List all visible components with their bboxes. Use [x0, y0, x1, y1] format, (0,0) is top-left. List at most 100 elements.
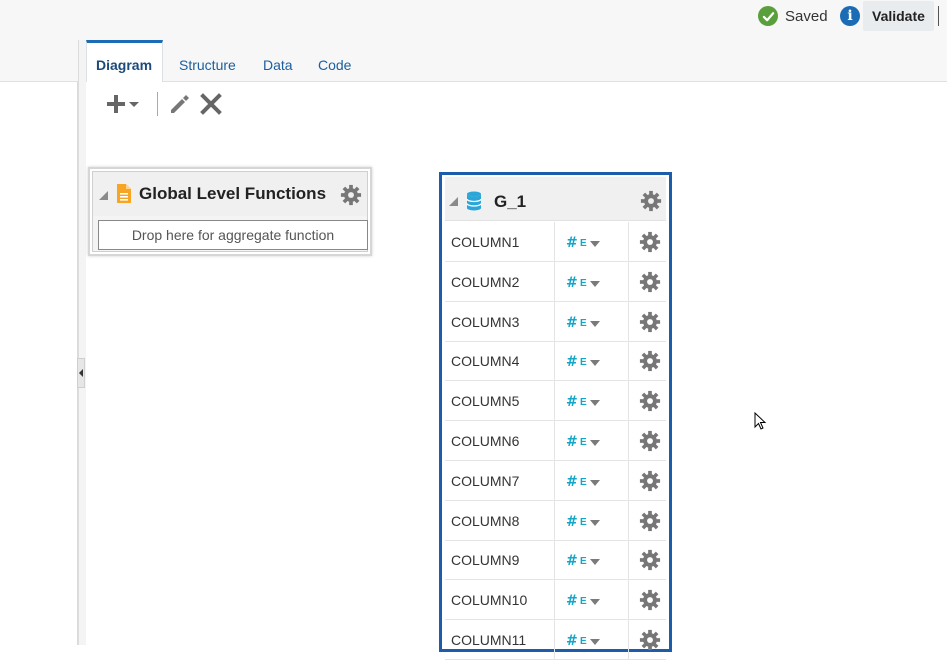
number-type-icon: # — [566, 473, 578, 490]
number-type-icon-suffix: E — [580, 556, 587, 568]
chevron-down-icon[interactable] — [590, 440, 600, 446]
gear-icon[interactable] — [639, 311, 661, 336]
chevron-down-icon[interactable] — [590, 479, 600, 486]
chevron-down-icon[interactable] — [590, 400, 600, 407]
chevron-down-icon[interactable] — [590, 519, 600, 526]
delete-icon — [200, 93, 222, 115]
delete-button[interactable] — [200, 93, 222, 115]
collapse-toggle-icon[interactable] — [449, 197, 458, 206]
toolbar-divider — [157, 92, 158, 116]
gear-icon[interactable] — [639, 510, 661, 535]
chevron-down-icon[interactable] — [590, 241, 600, 247]
collapse-toggle-icon[interactable] — [99, 191, 108, 200]
save-status: Saved i — [758, 5, 860, 27]
info-icon[interactable]: i — [840, 6, 860, 26]
aggregate-drop-zone[interactable]: Drop here for aggregate function — [98, 220, 368, 250]
chevron-down-icon[interactable] — [590, 280, 600, 287]
chevron-down-icon[interactable] — [590, 320, 600, 327]
column-type-dropdown[interactable]: # E — [554, 460, 629, 501]
column-type-dropdown[interactable]: # E — [554, 261, 629, 302]
gear-icon[interactable] — [639, 271, 661, 296]
column-row[interactable]: COLUMN2 # E — [445, 261, 666, 302]
gear-icon[interactable] — [639, 350, 661, 375]
column-name: COLUMN6 — [451, 433, 520, 449]
number-type-icon-suffix: E — [580, 277, 587, 289]
gear-icon[interactable] — [340, 184, 362, 206]
column-row[interactable]: COLUMN8 # E — [445, 500, 666, 541]
column-name: COLUMN8 — [451, 512, 520, 529]
chevron-down-icon — [129, 102, 139, 107]
column-row[interactable]: COLUMN6 # E — [445, 421, 666, 461]
number-type-icon-suffix: E — [580, 476, 587, 488]
column-row[interactable]: COLUMN10 # E — [445, 580, 666, 621]
chevron-down-icon[interactable] — [590, 639, 600, 645]
number-type-icon-suffix: E — [580, 317, 587, 329]
column-settings-cell — [629, 262, 666, 302]
number-type-icon: # — [566, 593, 578, 610]
global-functions-header: Global Level Functions — [93, 172, 367, 216]
document-icon — [117, 184, 131, 203]
edit-button[interactable] — [168, 93, 190, 115]
number-type-icon-suffix: E — [580, 397, 587, 409]
column-type-dropdown[interactable]: # E — [554, 341, 629, 382]
collapse-left-panel-button[interactable] — [77, 358, 85, 388]
top-bar: Saved i Validate — [0, 0, 947, 40]
group-g1-box[interactable]: G_1 COLUMN1 # E COLUMN2 # E COLUMN3 # E COLUMN4 # E… — [439, 172, 672, 660]
number-type-icon: # — [566, 394, 578, 411]
chevron-down-icon[interactable] — [590, 360, 600, 367]
gear-icon[interactable] — [639, 231, 661, 256]
column-settings-cell — [629, 580, 666, 620]
column-row[interactable]: COLUMN9 # E — [445, 540, 666, 581]
column-type-dropdown[interactable]: # E — [554, 500, 629, 541]
tab-code[interactable]: Code — [318, 40, 351, 82]
divider — [938, 6, 939, 26]
tab-diagram[interactable]: Diagram — [86, 40, 164, 82]
number-type-icon: # — [566, 274, 578, 291]
column-name: COLUMN2 — [451, 273, 520, 290]
gear-icon[interactable] — [639, 390, 661, 415]
number-type-icon-suffix: E — [580, 238, 587, 249]
tab-structure[interactable]: Structure — [179, 40, 236, 82]
chevron-down-icon[interactable] — [590, 559, 600, 566]
column-settings-cell — [629, 620, 666, 660]
gear-icon[interactable] — [639, 430, 661, 455]
number-type-icon: # — [566, 633, 578, 649]
edit-icon — [171, 95, 189, 113]
panel-splitter[interactable] — [78, 40, 86, 645]
chevron-down-icon[interactable] — [590, 599, 600, 606]
gear-icon[interactable] — [639, 589, 661, 614]
number-type-icon-suffix: E — [580, 596, 587, 608]
saved-label: Saved — [785, 7, 828, 25]
number-type-icon: # — [566, 553, 578, 570]
column-row[interactable]: COLUMN7 # E — [445, 460, 666, 501]
gear-icon[interactable] — [639, 629, 661, 654]
column-name: COLUMN4 — [451, 353, 520, 370]
column-type-dropdown[interactable]: # E — [554, 620, 629, 660]
column-settings-cell — [629, 341, 666, 381]
column-row[interactable]: COLUMN3 # E — [445, 301, 666, 342]
number-type-icon: # — [566, 235, 578, 251]
validate-button[interactable]: Validate — [863, 1, 934, 31]
gear-icon[interactable] — [639, 470, 661, 495]
tab-data[interactable]: Data — [263, 40, 293, 82]
column-type-dropdown[interactable]: # E — [554, 381, 629, 422]
column-row[interactable]: COLUMN5 # E — [445, 381, 666, 422]
column-type-dropdown[interactable]: # E — [554, 301, 629, 342]
column-name: COLUMN7 — [451, 472, 520, 489]
column-name: COLUMN3 — [451, 313, 520, 330]
column-row[interactable]: COLUMN1 # E — [445, 222, 666, 262]
column-type-dropdown[interactable]: # E — [554, 540, 629, 581]
column-settings-cell — [629, 381, 666, 421]
column-type-dropdown[interactable]: # E — [554, 580, 629, 621]
column-row[interactable]: COLUMN4 # E — [445, 341, 666, 382]
column-name: COLUMN5 — [451, 393, 520, 410]
column-row[interactable]: COLUMN11 # E — [445, 620, 666, 660]
global-level-functions-box[interactable]: Global Level Functions Drop here for agg… — [88, 167, 372, 256]
column-name: COLUMN11 — [451, 632, 527, 648]
add-button[interactable] — [105, 94, 141, 114]
global-functions-title: Global Level Functions — [139, 184, 327, 203]
gear-icon[interactable] — [639, 549, 661, 574]
gear-icon[interactable] — [640, 190, 662, 212]
column-type-dropdown[interactable]: # E — [554, 222, 629, 262]
column-type-dropdown[interactable]: # E — [554, 421, 629, 461]
